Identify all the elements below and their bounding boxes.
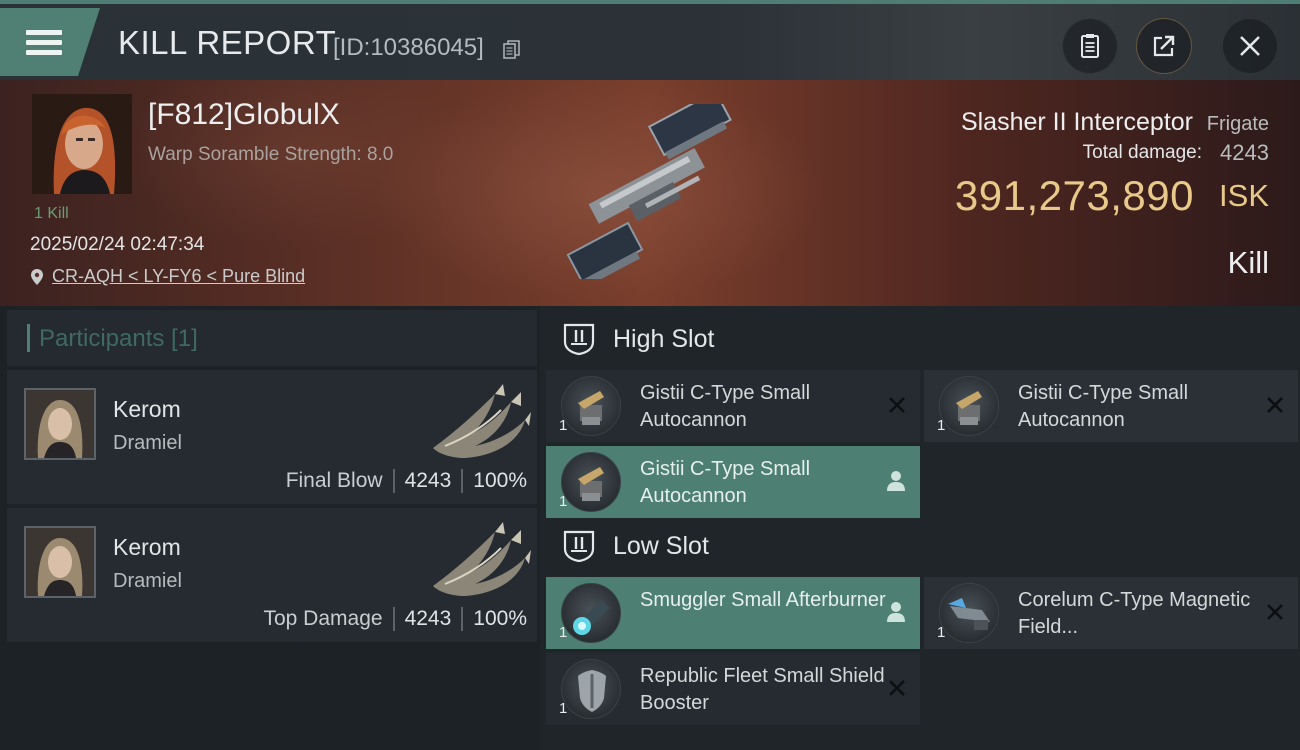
afterburner-icon (561, 583, 621, 643)
victim-ship-name[interactable]: Slasher II Interceptor (961, 108, 1193, 137)
participant-tag: Final Blow (285, 469, 383, 492)
isk-value: 391,273,890 (954, 172, 1194, 219)
high-slot-title: High Slot (613, 324, 715, 353)
person-icon (887, 602, 905, 622)
module-quantity: 1 (937, 417, 946, 434)
module-quantity: 1 (937, 624, 946, 641)
share-icon (1153, 35, 1175, 57)
menu-icon (26, 25, 62, 60)
result-label: Kill (1227, 245, 1269, 280)
menu-button[interactable] (0, 8, 100, 76)
close-icon (1240, 36, 1260, 56)
location-pin-icon (31, 268, 43, 285)
high-slot-header: High Slot (562, 322, 714, 356)
participants-heading: Participants [1] (39, 325, 198, 352)
low-slot-icon (563, 530, 595, 563)
module-quantity: 1 (559, 417, 568, 434)
participant-ship-type: Dramiel (113, 570, 182, 592)
total-damage-value: 4243 (1220, 140, 1269, 165)
participant-damage: 4243 (404, 469, 452, 492)
participant-percent: 100% (473, 469, 527, 492)
share-button[interactable] (1136, 18, 1192, 74)
module-item[interactable]: 1 Corelum C-Type Magnetic Field... (924, 577, 1298, 649)
module-name: Gistii C-Type Small Autocannon (1018, 382, 1189, 431)
participants-header[interactable]: Participants [1] (7, 310, 537, 366)
victim-portrait[interactable] (32, 94, 132, 194)
participant-ship-icon (433, 522, 531, 596)
kill-location[interactable]: CR-AQH < LY-FY6 < Pure Blind (30, 266, 305, 287)
warp-scramble-strength: Warp Soramble Strength: 8.0 (148, 144, 394, 165)
victim-ship-class: Frigate (1206, 113, 1269, 135)
stats-divider (461, 469, 464, 493)
module-name: Republic Fleet Small Shield Booster (640, 665, 885, 714)
participant-percent: 100% (473, 607, 527, 630)
module-item[interactable]: 1 Gistii C-Type Small Autocannon (546, 370, 920, 442)
kill-count: 1 Kill (34, 205, 69, 222)
person-icon (887, 471, 905, 491)
destroyed-x-icon (889, 397, 905, 413)
participant-tag: Top Damage (263, 607, 383, 630)
autocannon-icon (561, 452, 621, 512)
module-quantity: 1 (559, 624, 568, 641)
destroyed-x-icon (1267, 604, 1283, 620)
module-item[interactable]: 1 Gistii C-Type Small Autocannon (924, 370, 1298, 442)
participant-damage: 4243 (404, 607, 452, 630)
module-item[interactable]: 1 Republic Fleet Small Shield Booster (546, 653, 920, 725)
victim-ship-image (566, 104, 732, 279)
participant-name: Kerom (113, 396, 181, 422)
location-link[interactable]: CR-AQH < LY-FY6 < Pure Blind (52, 266, 305, 287)
participant-stats: Top Damage 4243 100% (263, 607, 527, 631)
module-quantity: 1 (559, 700, 568, 717)
module-name: Gistii C-Type Small Autocannon (640, 382, 811, 431)
isk-unit: ISK (1219, 178, 1269, 213)
total-damage-label: Total damage: (1082, 142, 1202, 163)
clipboard-icon (1081, 34, 1099, 58)
close-button[interactable] (1222, 18, 1278, 74)
participant-ship-icon (433, 384, 531, 458)
stats-divider (461, 607, 464, 631)
kill-timestamp: 2025/02/24 02:47:34 (30, 234, 205, 255)
high-slot-icon (563, 323, 595, 356)
participant-stats: Final Blow 4243 100% (286, 469, 527, 493)
autocannon-icon (939, 376, 999, 436)
module-name: Smuggler Small Afterburner (640, 589, 886, 611)
low-slot-title: Low Slot (613, 531, 709, 560)
participant-card[interactable]: Kerom Dramiel Top Damage 4243 100% (7, 508, 537, 642)
copy-icon[interactable] (503, 40, 520, 59)
destroyed-x-icon (1267, 397, 1283, 413)
victim-pilot-name[interactable]: [F812]GlobulX (148, 98, 340, 132)
module-item[interactable]: 1 Smuggler Small Afterburner (546, 577, 920, 649)
autocannon-icon (561, 376, 621, 436)
header-accent-bar (27, 324, 30, 352)
page-title: KILL REPORT (118, 24, 337, 61)
pilot-avatar (32, 94, 132, 194)
magnetic-field-stabilizer-icon (939, 583, 999, 643)
top-bar: KILL REPORT [ID:10386045] (0, 0, 1300, 80)
participant-avatar (24, 526, 96, 598)
shield-booster-icon (561, 659, 621, 719)
stats-divider (392, 469, 395, 493)
module-quantity: 1 (559, 493, 568, 510)
clipboard-button[interactable] (1062, 18, 1118, 74)
module-name: Corelum C-Type Magnetic Field... (1018, 589, 1251, 638)
module-item[interactable]: 1 Gistii C-Type Small Autocannon (546, 446, 920, 518)
participant-name: Kerom (113, 534, 181, 560)
destroyed-x-icon (889, 680, 905, 696)
participant-ship-type: Dramiel (113, 432, 182, 454)
participant-avatar (24, 388, 96, 460)
stats-divider (392, 607, 395, 631)
report-id: [ID:10386045] (333, 34, 484, 61)
low-slot-header: Low Slot (562, 529, 709, 563)
participant-card[interactable]: Kerom Dramiel Final Blow 4243 100% (7, 370, 537, 504)
module-name: Gistii C-Type Small Autocannon (640, 458, 811, 507)
